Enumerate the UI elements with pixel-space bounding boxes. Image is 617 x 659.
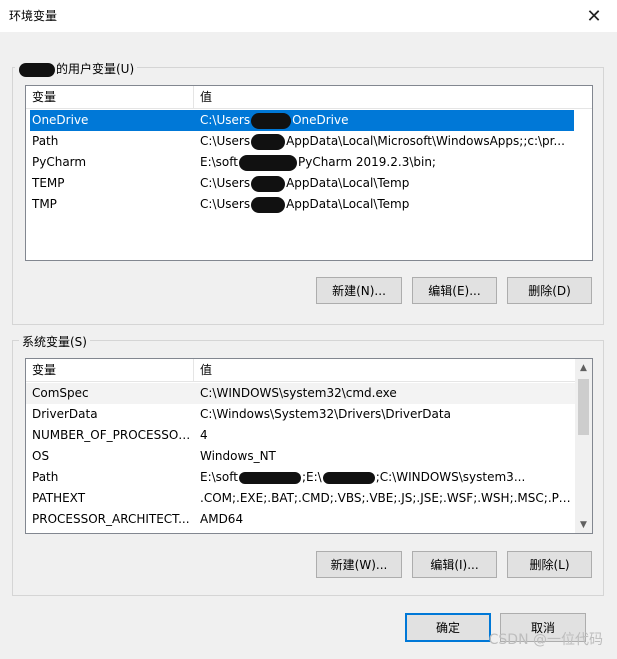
variable-value: E:\soft PyCharm 2019.2.3\bin; bbox=[200, 154, 436, 171]
scroll-down-icon[interactable]: ▼ bbox=[575, 516, 592, 533]
table-row[interactable]: NUMBER_OF_PROCESSORS 4 bbox=[26, 425, 575, 446]
redacted-text bbox=[251, 175, 286, 192]
redacted-text bbox=[238, 154, 297, 171]
variable-name: TEMP bbox=[32, 176, 65, 190]
variable-value: Windows_NT bbox=[200, 449, 276, 463]
system-edit-button[interactable]: 编辑(I)... bbox=[412, 551, 497, 578]
system-list-rows: ComSpec C:\WINDOWS\system32\cmd.exe Driv… bbox=[26, 383, 575, 530]
table-row[interactable]: DriverData C:\Windows\System32\Drivers\D… bbox=[26, 404, 575, 425]
variable-value: AMD64 bbox=[200, 512, 244, 526]
variable-name: OneDrive bbox=[32, 113, 89, 127]
user-list-rows: OneDrive C:\Users OneDrive Path C:\Users A… bbox=[26, 110, 592, 215]
user-edit-button[interactable]: 编辑(E)... bbox=[412, 277, 497, 304]
user-variables-label: 的用户变量(U) bbox=[15, 60, 138, 77]
variable-name: PATHEXT bbox=[32, 491, 86, 505]
user-delete-button[interactable]: 删除(D) bbox=[507, 277, 592, 304]
variable-name: DriverData bbox=[32, 407, 98, 421]
variable-name: Path bbox=[32, 470, 59, 484]
system-delete-button[interactable]: 删除(L) bbox=[507, 551, 592, 578]
redacted-text bbox=[251, 196, 286, 213]
variable-value: 4 bbox=[200, 428, 208, 442]
user-variables-list[interactable]: 变量 值 OneDrive C:\Users OneDrive Path C:\U… bbox=[25, 85, 593, 261]
table-row[interactable]: OS Windows_NT bbox=[26, 446, 575, 467]
table-row[interactable]: OneDrive C:\Users OneDrive bbox=[30, 110, 574, 131]
variable-name: Path bbox=[32, 134, 59, 148]
variable-name: OS bbox=[32, 449, 50, 463]
user-new-button[interactable]: 新建(N)... bbox=[316, 277, 402, 304]
variable-name: TMP bbox=[32, 197, 57, 211]
title-bar: 环境变量 ✕ bbox=[0, 0, 617, 32]
variable-value: C:\Users AppData\Local\Microsoft\WindowsA… bbox=[200, 133, 565, 150]
user-list-header: 变量 值 bbox=[26, 86, 592, 109]
table-row[interactable]: TEMP C:\Users AppData\Local\Temp bbox=[30, 173, 574, 194]
redacted-text bbox=[322, 471, 375, 484]
close-icon[interactable]: ✕ bbox=[571, 0, 617, 32]
variable-name: PyCharm bbox=[32, 155, 87, 169]
variable-value: C:\Users AppData\Local\Temp bbox=[200, 196, 410, 213]
variable-value: C:\WINDOWS\system32\cmd.exe bbox=[200, 386, 397, 400]
system-list-header: 变量 值 bbox=[26, 359, 575, 382]
table-row[interactable]: PROCESSOR_ARCHITECT... AMD64 bbox=[26, 509, 575, 530]
table-row[interactable]: Path E:\soft ;E:\ ;C:\WINDOWS\system3... bbox=[26, 467, 575, 488]
system-variables-list[interactable]: 变量 值 ComSpec C:\WINDOWS\system32\cmd.exe… bbox=[25, 358, 593, 534]
table-row[interactable]: Path C:\Users AppData\Local\Microsoft\Win… bbox=[30, 131, 574, 152]
redacted-text bbox=[238, 471, 301, 484]
table-row[interactable]: PyCharm E:\soft PyCharm 2019.2.3\bin; bbox=[30, 152, 574, 173]
watermark: CSDN @一位代码 bbox=[488, 632, 603, 648]
ok-button[interactable]: 确定 bbox=[405, 613, 491, 642]
column-header-variable[interactable]: 变量 bbox=[26, 86, 194, 108]
variable-value: C:\Users AppData\Local\Temp bbox=[200, 175, 410, 192]
variable-value: C:\Windows\System32\Drivers\DriverData bbox=[200, 407, 451, 421]
redacted-text bbox=[251, 112, 292, 129]
variable-name: PROCESSOR_ARCHITECT... bbox=[32, 512, 190, 526]
scroll-thumb[interactable] bbox=[578, 379, 589, 435]
window-title: 环境变量 bbox=[9, 9, 58, 23]
table-row[interactable]: PATHEXT .COM;.EXE;.BAT;.CMD;.VBS;.VBE;.J… bbox=[26, 488, 575, 509]
variable-value: C:\Users OneDrive bbox=[200, 112, 349, 129]
column-header-variable[interactable]: 变量 bbox=[26, 359, 194, 381]
user-variables-group: 的用户变量(U) 变量 值 OneDrive C:\Users OneDrive … bbox=[12, 60, 604, 325]
system-list-scrollbar[interactable]: ▲ ▼ bbox=[575, 359, 592, 533]
variable-name: NUMBER_OF_PROCESSORS bbox=[32, 428, 194, 442]
system-new-button[interactable]: 新建(W)... bbox=[316, 551, 402, 578]
column-header-value[interactable]: 值 bbox=[194, 359, 575, 381]
column-header-value[interactable]: 值 bbox=[194, 86, 592, 108]
variable-value: E:\soft ;E:\ ;C:\WINDOWS\system3... bbox=[200, 470, 526, 484]
redacted-text bbox=[251, 133, 286, 150]
table-row[interactable]: ComSpec C:\WINDOWS\system32\cmd.exe bbox=[26, 383, 575, 404]
variable-name: ComSpec bbox=[32, 386, 89, 400]
redacted-username bbox=[19, 62, 55, 77]
system-variables-group: 系统变量(S) 变量 值 ComSpec C:\WINDOWS\system32… bbox=[12, 333, 604, 596]
scroll-up-icon[interactable]: ▲ bbox=[575, 359, 592, 376]
system-variables-label: 系统变量(S) bbox=[19, 333, 90, 350]
table-row[interactable]: TMP C:\Users AppData\Local\Temp bbox=[30, 194, 574, 215]
variable-value: .COM;.EXE;.BAT;.CMD;.VBS;.VBE;.JS;.JSE;.… bbox=[200, 491, 575, 505]
